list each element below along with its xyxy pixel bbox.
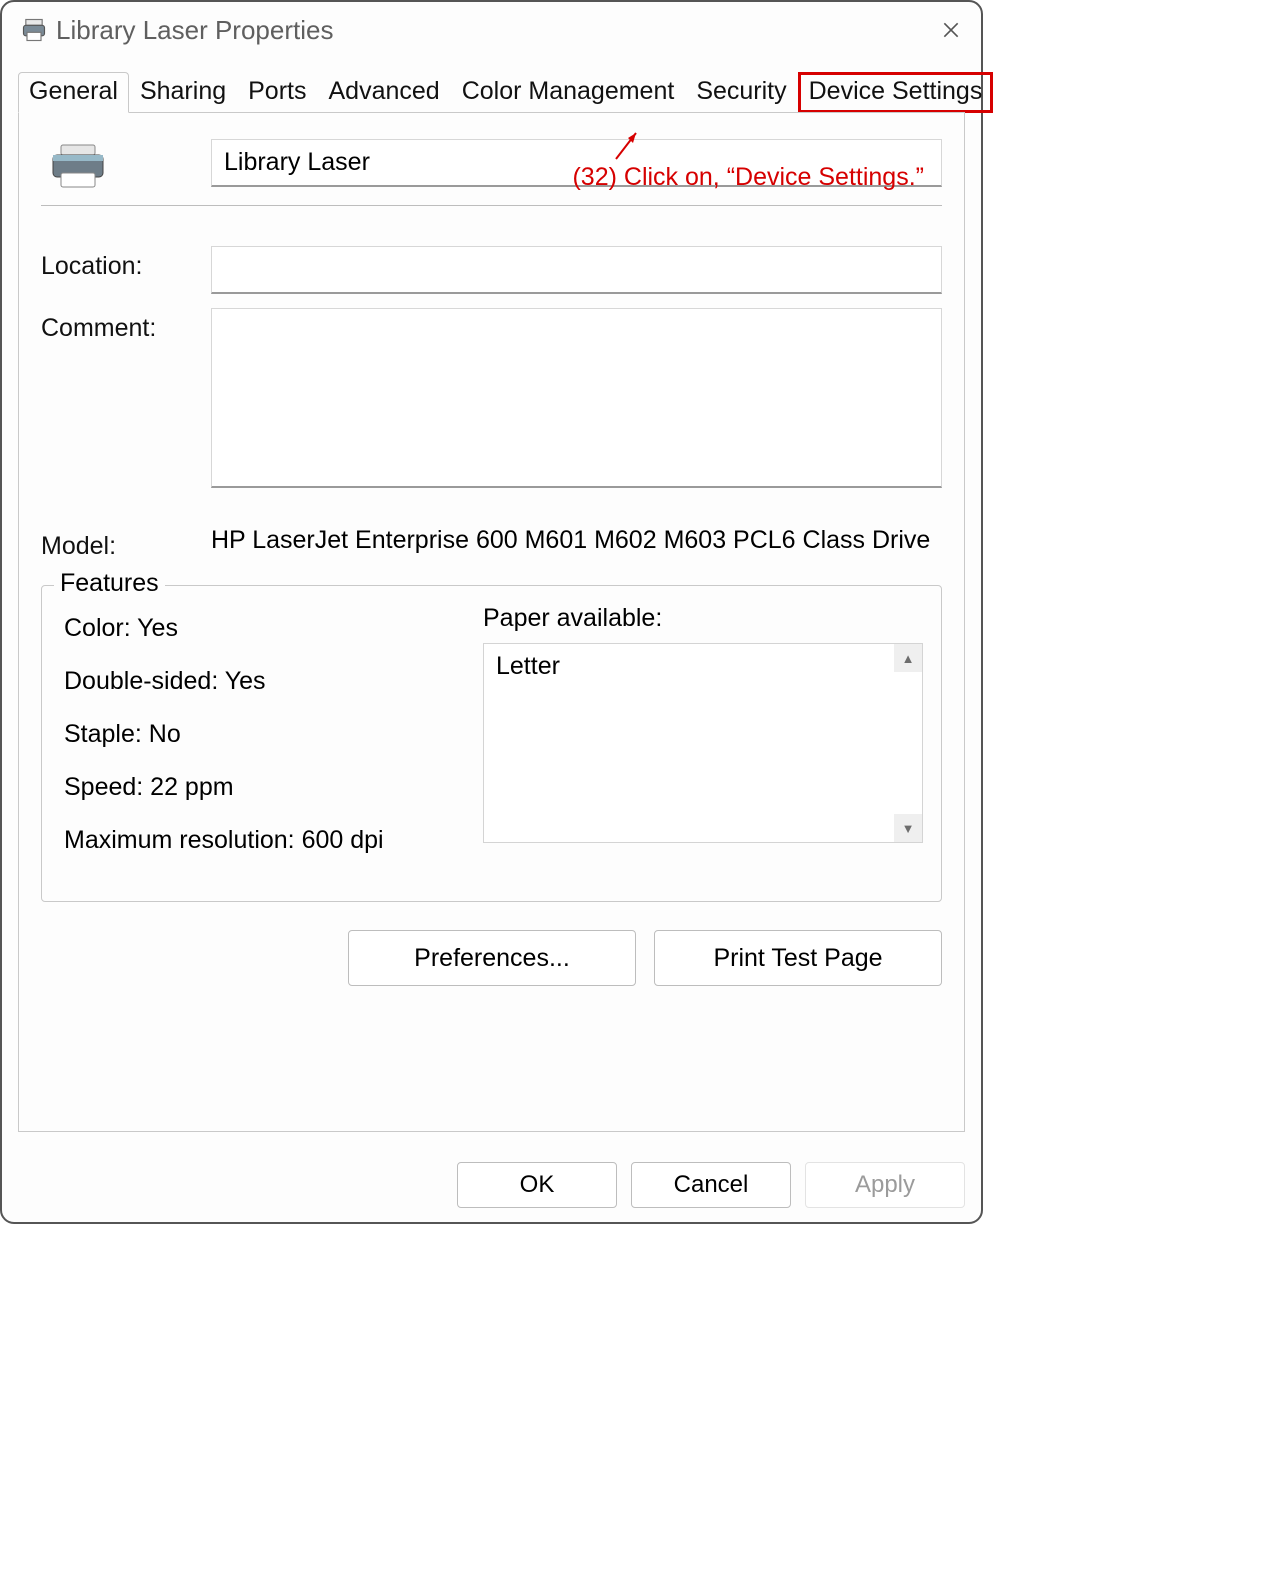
annotation-text: (32) Click on, “Device Settings.” [572, 163, 924, 192]
tab-color-management[interactable]: Color Management [451, 72, 686, 113]
properties-dialog: Library Laser Properties General Sharing… [0, 0, 983, 1224]
feature-color: Color: Yes [64, 614, 483, 643]
model-value: HP LaserJet Enterprise 600 M601 M602 M60… [211, 526, 942, 561]
model-label: Model: [41, 526, 211, 561]
apply-button[interactable]: Apply [805, 1162, 965, 1208]
scroll-up-icon[interactable]: ▲ [894, 644, 922, 672]
feature-staple: Staple: No [64, 720, 483, 749]
location-label: Location: [41, 246, 211, 281]
scroll-down-icon[interactable]: ▼ [894, 814, 922, 842]
paper-available-label: Paper available: [483, 604, 923, 633]
tab-ports[interactable]: Ports [237, 72, 317, 113]
tab-advanced[interactable]: Advanced [317, 72, 450, 113]
tab-sharing[interactable]: Sharing [129, 72, 237, 113]
printer-icon [20, 18, 48, 42]
close-icon[interactable] [939, 18, 963, 42]
features-legend: Features [54, 569, 165, 598]
paper-item[interactable]: Letter [496, 652, 910, 681]
window-title: Library Laser Properties [56, 15, 939, 46]
printer-icon-large [41, 139, 115, 191]
paper-available-list[interactable]: Letter ▲ ▼ [483, 643, 923, 843]
titlebar: Library Laser Properties [2, 2, 981, 58]
ok-button[interactable]: OK [457, 1162, 617, 1208]
dialog-buttons: OK Cancel Apply [457, 1162, 965, 1208]
feature-double-sided: Double-sided: Yes [64, 667, 483, 696]
divider [41, 205, 942, 206]
comment-input[interactable] [211, 308, 942, 488]
tab-strip: General Sharing Ports Advanced Color Man… [18, 72, 965, 113]
print-test-page-button[interactable]: Print Test Page [654, 930, 942, 986]
comment-label: Comment: [41, 308, 211, 343]
tab-panel-general: (32) Click on, “Device Settings.” Locati… [18, 112, 965, 1132]
tab-device-settings[interactable]: Device Settings [798, 72, 994, 113]
tab-general[interactable]: General [18, 72, 129, 113]
features-group: Features Color: Yes Double-sided: Yes St… [41, 585, 942, 902]
location-input[interactable] [211, 246, 942, 294]
cancel-button[interactable]: Cancel [631, 1162, 791, 1208]
feature-speed: Speed: 22 ppm [64, 773, 483, 802]
preferences-button[interactable]: Preferences... [348, 930, 636, 986]
tab-security[interactable]: Security [685, 72, 797, 113]
feature-max-resolution: Maximum resolution: 600 dpi [64, 826, 483, 855]
